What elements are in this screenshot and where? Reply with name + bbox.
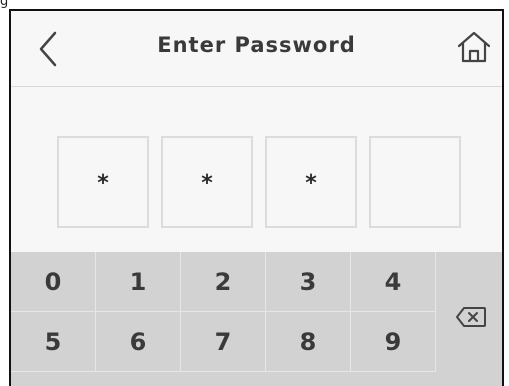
home-button[interactable] [454,27,494,67]
key-7[interactable]: 7 [181,312,266,372]
key-1[interactable]: 1 [96,252,181,312]
header-bar: Enter Password [11,11,502,87]
pin-slot-2: * [161,136,253,228]
key-2[interactable]: 2 [181,252,266,312]
device-screen: Enter Password * * * 0 1 2 3 4 5 6 7 8 9 [9,9,504,386]
home-icon [457,31,491,63]
backspace-icon [456,307,486,327]
key-4[interactable]: 4 [351,252,436,312]
key-3[interactable]: 3 [266,252,351,312]
pin-slot-4 [369,136,461,228]
numeric-keypad: 0 1 2 3 4 5 6 7 8 9 [11,252,502,386]
delete-button[interactable] [435,252,502,386]
key-6[interactable]: 6 [96,312,181,372]
page-caption: g [0,0,9,9]
page-title: Enter Password [157,33,356,57]
pin-display: * * * [11,87,502,252]
key-0[interactable]: 0 [11,252,96,312]
key-8[interactable]: 8 [266,312,351,372]
pin-slot-1: * [57,136,149,228]
key-9[interactable]: 9 [351,312,436,372]
key-5[interactable]: 5 [11,312,96,372]
pin-slot-3: * [265,136,357,228]
